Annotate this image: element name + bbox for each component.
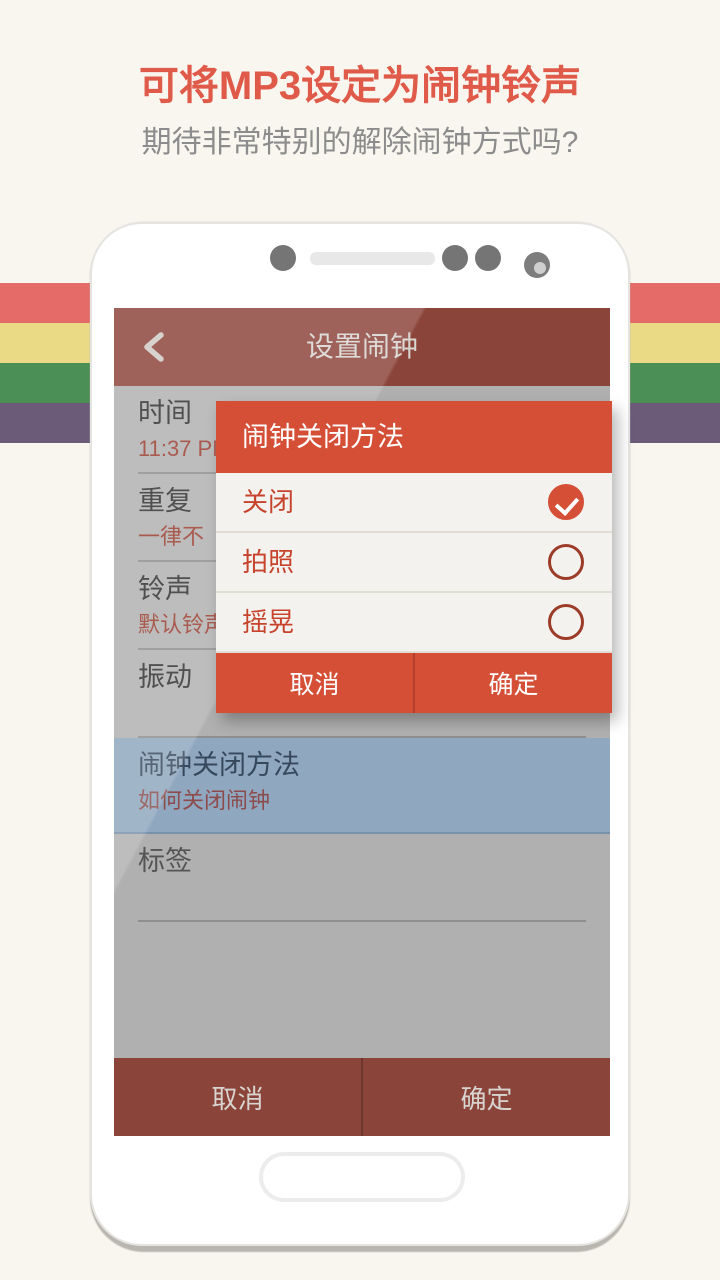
dialog-action-bar: 取消 确定 — [216, 653, 612, 713]
dialog-header: 闹钟关闭方法 — [216, 401, 612, 473]
dialog-option-shake[interactable]: 摇晃 — [216, 593, 612, 653]
app-cancel-button[interactable]: 取消 — [114, 1058, 363, 1136]
list-item-value: 一律不 — [138, 524, 205, 549]
promo-subtitle: 期待非常特别的解除闹钟方式吗? — [141, 126, 579, 159]
app-action-bar: 取消 确定 — [114, 1058, 610, 1136]
phone-device: 设置闹钟 时间 11:37 PM 重复 一律不 铃声 默认铃声(Walk in … — [90, 222, 630, 1252]
promo-header: 可将MP3设定为闹钟铃声 期待非常特别的解除闹钟方式吗? — [0, 0, 720, 220]
earpiece-speaker — [310, 252, 435, 265]
promo-title: 可将MP3设定为闹钟铃声 — [138, 64, 582, 108]
dialog-option-label: 拍照 — [242, 547, 295, 577]
dialog-option-label: 关闭 — [242, 487, 295, 517]
dialog-title: 闹钟关闭方法 — [242, 422, 404, 452]
dialog-option-off[interactable]: 关闭 — [216, 473, 612, 533]
app-confirm-button[interactable]: 确定 — [363, 1058, 610, 1136]
phone-top-hardware — [92, 224, 628, 300]
dialog-option-label: 摇晃 — [242, 607, 295, 637]
list-item-label-field[interactable]: 标签 — [138, 834, 586, 922]
dialog-option-photo[interactable]: 拍照 — [216, 533, 612, 593]
sensor-dot — [270, 245, 296, 271]
app-bar-title: 设置闹钟 — [305, 331, 418, 362]
sensor-dot — [442, 245, 468, 271]
dialog-cancel-button[interactable]: 取消 — [216, 653, 415, 713]
home-button[interactable] — [259, 1152, 465, 1202]
list-item-label: 标签 — [138, 846, 192, 876]
radio-button-icon[interactable] — [548, 604, 584, 640]
list-item-label: 振动 — [138, 662, 192, 692]
dialog-confirm-button[interactable]: 确定 — [415, 653, 612, 713]
phone-body: 设置闹钟 时间 11:37 PM 重复 一律不 铃声 默认铃声(Walk in … — [90, 222, 630, 1246]
front-camera-lens — [534, 262, 546, 274]
list-item-label: 闹钟关闭方法 — [138, 750, 300, 780]
dismiss-method-dialog: 闹钟关闭方法 关闭 拍照 摇晃 取消 确定 — [216, 401, 612, 713]
radio-button-checked-icon[interactable] — [548, 484, 584, 520]
list-item-dismiss-method[interactable]: 闹钟关闭方法 如何关闭闹钟 — [114, 738, 610, 834]
list-item-label: 时间 — [138, 398, 192, 428]
radio-button-icon[interactable] — [548, 544, 584, 580]
sensor-dot — [475, 245, 501, 271]
app-bar: 设置闹钟 — [114, 308, 610, 386]
list-item-label: 重复 — [138, 486, 192, 516]
list-item-label: 铃声 — [138, 574, 192, 604]
list-item-value: 如何关闭闹钟 — [138, 788, 271, 813]
